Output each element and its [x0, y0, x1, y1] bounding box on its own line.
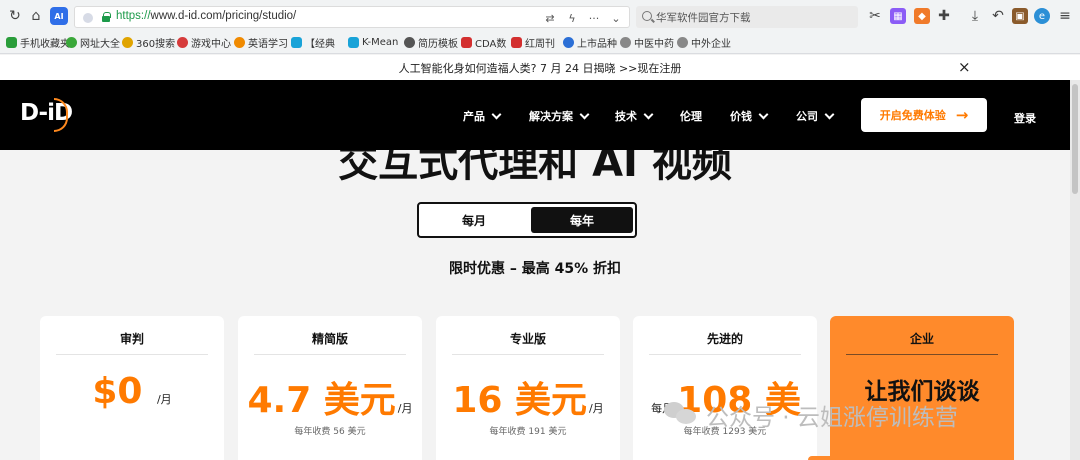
- billing-yearly-option[interactable]: 每年: [531, 207, 633, 233]
- extension-fox-icon[interactable]: ◆: [914, 8, 930, 24]
- bookmark-item[interactable]: CDA数: [461, 35, 506, 50]
- search-icon: [642, 11, 652, 21]
- arrow-right-icon: →: [955, 106, 969, 124]
- promo-link[interactable]: 人工智能化身如何造福人类? 7 月 24 日揭晓 >>现在注册: [0, 60, 1080, 76]
- discount-banner: 限时优惠 – 最高 45% 折扣: [448, 261, 621, 277]
- globe-icon: [620, 36, 631, 48]
- plan-billing-note: 每年收费 191 美元: [489, 427, 567, 437]
- bookmark-item[interactable]: 上市品种: [563, 35, 617, 50]
- extension-purple-icon[interactable]: ▦: [890, 8, 906, 24]
- site-icon: [291, 36, 302, 48]
- bookmark-item[interactable]: 网址大全: [66, 35, 120, 50]
- promo-banner: 人工智能化身如何造福人类? 7 月 24 日揭晓 >>现在注册 ×: [0, 55, 1080, 80]
- plan-card-lite[interactable]: 精简版 4.7 美元/月 每年收费 56 美元: [238, 316, 422, 460]
- bookmark-item[interactable]: 游戏中心: [177, 35, 231, 50]
- divider: [254, 354, 406, 355]
- plan-name: 审判: [119, 332, 144, 346]
- billing-monthly-option[interactable]: 每月: [423, 207, 525, 233]
- nav-technology[interactable]: 技术: [615, 108, 654, 124]
- nav-products[interactable]: 产品: [463, 108, 502, 124]
- plan-card-advanced[interactable]: 先进的 每月 108 美 每年收费 1293 美元: [633, 316, 817, 460]
- site-favicon-icon: [83, 13, 93, 23]
- plan-card-pro[interactable]: 专业版 16 美元/月 每年收费 191 美元: [436, 316, 620, 460]
- chevron-down-icon[interactable]: ⌄: [607, 10, 625, 26]
- nav-ethics[interactable]: 伦理: [680, 108, 702, 124]
- plan-card-enterprise[interactable]: 企业 让我们谈谈: [830, 316, 1014, 460]
- ai-assistant-icon[interactable]: AI: [50, 7, 68, 25]
- plan-name: 精简版: [311, 332, 348, 346]
- site-icon: [66, 36, 77, 48]
- bookmark-item[interactable]: 【经典: [291, 35, 335, 50]
- bookmark-item[interactable]: 中外企业: [677, 35, 731, 50]
- home-icon[interactable]: ⌂: [27, 7, 45, 25]
- scrollbar-thumb[interactable]: [1072, 84, 1078, 194]
- phone-icon: [6, 36, 17, 48]
- login-link[interactable]: 登录: [1014, 110, 1036, 126]
- billing-toggle[interactable]: 每月 每年: [417, 202, 637, 238]
- site-icon: [461, 36, 472, 48]
- wechat-icon: [664, 402, 698, 428]
- translate-icon[interactable]: ⇄: [541, 10, 559, 26]
- divider: [452, 354, 604, 355]
- lock-icon: [102, 12, 111, 22]
- more-icon[interactable]: ···: [585, 10, 603, 26]
- plan-price: $0 /月: [92, 371, 172, 412]
- wallet-icon[interactable]: ▣: [1012, 8, 1028, 24]
- menu-icon[interactable]: ≡: [1056, 7, 1074, 25]
- bookmark-item[interactable]: K-Mean: [348, 35, 398, 49]
- browser-chrome: ↻ ⌂ AI https://www.d-id.com/pricing/stud…: [0, 0, 1080, 54]
- reload-icon[interactable]: ↻: [6, 7, 24, 25]
- plan-name: 专业版: [509, 332, 546, 346]
- nav-solutions[interactable]: 解决方案: [529, 108, 590, 124]
- bookmark-item[interactable]: 手机收藏夹: [6, 35, 70, 50]
- site-header: D-iD 产品 解决方案 技术 伦理 价钱 公司 开启免费体验 → 登录: [0, 80, 1080, 150]
- bookmark-item[interactable]: 红周刊: [511, 35, 555, 50]
- divider: [649, 354, 801, 355]
- scissors-icon[interactable]: ✂: [866, 7, 884, 25]
- site-icon: [511, 36, 522, 48]
- url-text[interactable]: https://www.d-id.com/pricing/studio/: [116, 10, 296, 22]
- bookmark-item[interactable]: 360搜索: [122, 35, 175, 50]
- nav-pricing[interactable]: 价钱: [730, 108, 769, 124]
- enterprise-contact-button[interactable]: [808, 456, 954, 460]
- chevron-down-icon: [491, 109, 502, 119]
- plan-billing-note: 每年收费 56 美元: [294, 427, 366, 437]
- browser-profile-icon[interactable]: e: [1034, 8, 1050, 24]
- site-icon: [348, 36, 359, 48]
- globe-icon: [677, 36, 688, 48]
- search-placeholder: 华军软件园官方下载: [656, 12, 751, 24]
- site-icon: [234, 36, 245, 48]
- download-icon[interactable]: ⤓: [966, 7, 984, 25]
- chevron-down-icon: [758, 109, 769, 119]
- plan-name: 先进的: [706, 332, 743, 346]
- chevron-down-icon: [643, 109, 654, 119]
- divider: [846, 354, 998, 355]
- address-bar[interactable]: https://www.d-id.com/pricing/studio/ ⇄ ϟ…: [74, 6, 630, 28]
- plan-price: 4.7 美元/月: [247, 380, 413, 421]
- watermark: 公众号 · 云姐涨停训练营: [664, 398, 958, 432]
- undo-icon[interactable]: ↶: [989, 7, 1007, 25]
- page-scrollbar[interactable]: [1070, 80, 1080, 460]
- browser-toolbar: ↻ ⌂ AI https://www.d-id.com/pricing/stud…: [0, 0, 1080, 32]
- bookmarks-bar: 手机收藏夹 网址大全 360搜索 游戏中心 英语学习 【经典 K-Mean 简历…: [0, 32, 1080, 52]
- plan-card-trial[interactable]: 审判 $0 /月: [40, 316, 224, 460]
- bookmark-item[interactable]: 简历模板: [404, 35, 458, 50]
- divider: [56, 354, 208, 355]
- plan-price: 16 美元/月: [452, 380, 604, 421]
- site-icon: [404, 36, 415, 48]
- start-free-trial-button[interactable]: 开启免费体验 →: [861, 98, 987, 132]
- bookmark-item[interactable]: 英语学习: [234, 35, 288, 50]
- plan-name: 企业: [909, 332, 934, 346]
- chevron-down-icon: [579, 109, 590, 119]
- lightning-icon[interactable]: ϟ: [563, 10, 581, 26]
- chevron-down-icon: [824, 109, 835, 119]
- bookmark-item[interactable]: 中医中药: [620, 35, 674, 50]
- close-icon[interactable]: ×: [958, 58, 971, 76]
- site-icon: [177, 36, 188, 48]
- browser-search-box[interactable]: 华军软件园官方下载: [636, 6, 858, 28]
- site-icon: [563, 36, 574, 48]
- extensions-puzzle-icon[interactable]: ✚: [935, 7, 953, 25]
- nav-company[interactable]: 公司: [796, 108, 835, 124]
- site-icon: [122, 36, 133, 48]
